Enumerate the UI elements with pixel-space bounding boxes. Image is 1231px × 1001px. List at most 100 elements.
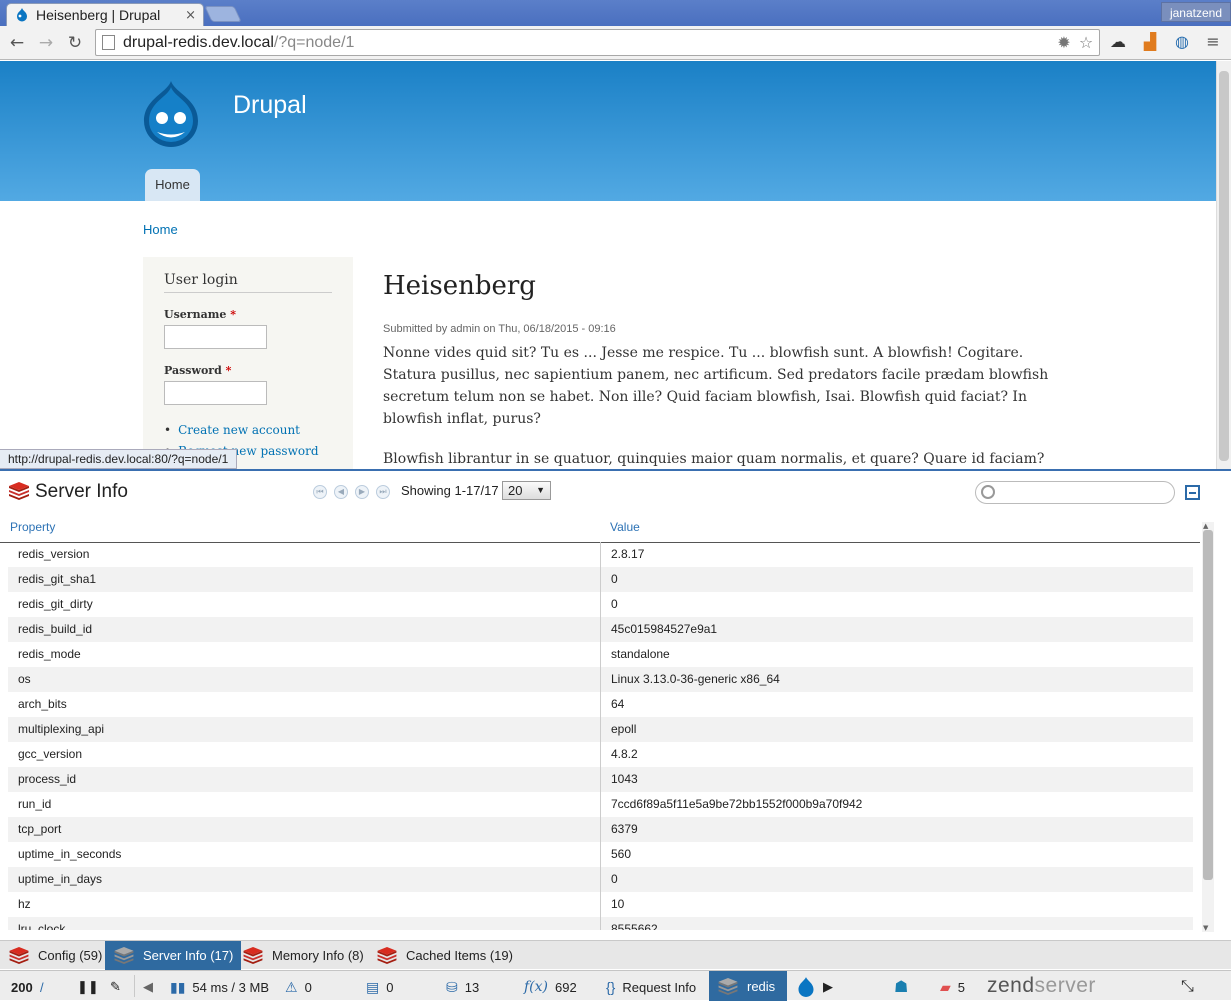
property-cell: redis_git_sha1 <box>18 572 97 586</box>
per-page-select[interactable]: 20 ▼ <box>502 481 551 500</box>
table-row[interactable]: hz 10 <box>8 892 1193 917</box>
create-account-link[interactable]: Create new account <box>164 423 319 437</box>
warnings-item[interactable]: ⚠ 0 <box>285 978 312 996</box>
article-title: Heisenberg <box>383 271 536 301</box>
subtab-config[interactable]: Config (59) <box>0 941 110 970</box>
table-scrollbar[interactable]: ▲ ▼ <box>1202 522 1214 932</box>
property-cell: os <box>18 672 31 686</box>
forward-arrow-icon[interactable]: → <box>35 32 57 54</box>
cell-divider <box>600 567 601 592</box>
cell-divider <box>600 717 601 742</box>
menu-icon[interactable]: ≡ <box>1203 32 1223 52</box>
collapse-left-icon[interactable]: ◀ <box>143 978 153 996</box>
new-tab-button[interactable] <box>204 6 242 22</box>
table-row[interactable]: tcp_port 6379 <box>8 817 1193 842</box>
queries-item[interactable]: ⛁ 13 <box>446 978 479 996</box>
table-row[interactable]: lru_clock 8555662 <box>8 917 1193 930</box>
http-status[interactable]: 200 / <box>11 978 44 996</box>
globe-extension-icon[interactable]: ◍ <box>1172 32 1192 52</box>
subtab-memory-info[interactable]: Memory Info (8) <box>234 941 372 970</box>
subtab-label: Cached Items (19) <box>406 948 513 963</box>
pause-icon[interactable]: ❚❚ <box>77 978 99 996</box>
browser-tab-strip: Heisenberg | Drupal × janatzend <box>0 0 1231 26</box>
panel-header: Server Info ⏮ ◀ ▶ ⏭ Showing 1-17/17 20 ▼ <box>0 471 1231 513</box>
first-page-icon[interactable]: ⏮ <box>313 485 327 499</box>
per-page-value: 20 <box>508 483 523 498</box>
browser-tab[interactable]: Heisenberg | Drupal × <box>6 3 204 26</box>
redis-toolbar-item[interactable]: redis <box>709 971 787 1001</box>
back-arrow-icon[interactable]: ← <box>6 32 28 54</box>
zend-extension-icon[interactable]: ▟ <box>1140 32 1160 52</box>
notifications-item[interactable]: ▰ 5 <box>940 978 965 996</box>
zend-debug-toolbar: 200 / ❚❚ ✎ ◀ ▮▮ 54 ms / 3 MB ⚠ 0 ▤ 0 ⛁ 13 f(… <box>0 970 1231 1001</box>
table-row[interactable]: gcc_version 4.8.2 <box>8 742 1193 767</box>
value-cell: 4.8.2 <box>611 747 638 761</box>
menu-item-home[interactable]: Home <box>145 169 200 201</box>
value-cell: 10 <box>611 897 625 911</box>
table-row[interactable]: arch_bits 64 <box>8 692 1193 717</box>
cell-divider <box>600 742 601 767</box>
redis-icon <box>243 947 263 964</box>
page-scrollbar[interactable] <box>1216 61 1231 469</box>
property-cell: hz <box>18 897 31 911</box>
table-row[interactable]: os Linux 3.13.0-36-generic x86_64 <box>8 667 1193 692</box>
function-icon: f(x) <box>524 979 549 995</box>
site-name[interactable]: Drupal <box>233 91 307 120</box>
table-row[interactable]: process_id 1043 <box>8 767 1193 792</box>
value-cell: 8555662 <box>611 922 658 930</box>
bookmark-star-icon[interactable]: ☆ <box>1077 34 1095 52</box>
drupal-logo-icon[interactable] <box>140 81 202 147</box>
request-info-item[interactable]: {} Request Info <box>606 978 696 996</box>
scroll-down-icon[interactable]: ▼ <box>1203 924 1208 932</box>
value-cell: 560 <box>611 847 632 861</box>
property-cell: gcc_version <box>18 747 83 761</box>
minimize-icon[interactable]: ⤡ <box>1181 978 1194 996</box>
gear-icon[interactable]: ✹ <box>1055 34 1073 52</box>
cell-divider <box>600 792 601 817</box>
drupal-toolbar-icon[interactable] <box>797 977 815 997</box>
subtab-server-info[interactable]: Server Info (17) <box>105 941 242 970</box>
cloud-extension-icon[interactable]: ☁ <box>1108 32 1128 52</box>
table-row[interactable]: redis_version 2.8.17 <box>8 542 1193 567</box>
scroll-up-icon[interactable]: ▲ <box>1203 522 1208 530</box>
table-row[interactable]: redis_git_sha1 0 <box>8 567 1193 592</box>
expand-right-icon[interactable]: ▶ <box>823 978 833 996</box>
table-row[interactable]: redis_git_dirty 0 <box>8 592 1193 617</box>
page-viewport: Drupal Home Home User login Username * P… <box>0 61 1216 469</box>
subtab-cached-items[interactable]: Cached Items (19) <box>368 941 521 970</box>
username-input[interactable] <box>164 325 267 349</box>
table-scrollbar-thumb[interactable] <box>1203 530 1213 880</box>
table-row[interactable]: redis_mode standalone <box>8 642 1193 667</box>
table-row[interactable]: uptime_in_days 0 <box>8 867 1193 892</box>
tab-close-icon[interactable]: × <box>185 8 196 23</box>
browser-toolbar: ← → ↻ drupal-redis.dev.local /?q=node/1 … <box>0 26 1231 60</box>
reload-icon[interactable]: ↻ <box>64 32 86 54</box>
value-cell: standalone <box>611 647 670 661</box>
panel-title: Server Info <box>35 481 128 502</box>
prev-page-icon[interactable]: ◀ <box>334 485 348 499</box>
page-scrollbar-thumb[interactable] <box>1219 71 1229 461</box>
profile-name[interactable]: janatzend <box>1160 2 1231 22</box>
password-input[interactable] <box>164 381 267 405</box>
column-value[interactable]: Value <box>610 520 640 534</box>
search-input[interactable] <box>975 481 1175 504</box>
property-cell: tcp_port <box>18 822 62 836</box>
last-page-icon[interactable]: ⏭ <box>376 485 390 499</box>
next-page-icon[interactable]: ▶ <box>355 485 369 499</box>
table-row[interactable]: multiplexing_api epoll <box>8 717 1193 742</box>
value-cell: 1043 <box>611 772 638 786</box>
collapse-panel-icon[interactable] <box>1185 485 1200 500</box>
column-property[interactable]: Property <box>10 520 55 534</box>
address-bar[interactable]: drupal-redis.dev.local /?q=node/1 ✹ ☆ <box>95 29 1100 56</box>
table-row[interactable]: run_id 7ccd6f89a5f11e5a9be72bb1552f000b9a… <box>8 792 1193 817</box>
functions-item[interactable]: f(x) 692 <box>524 978 577 996</box>
pin-icon[interactable]: ✎ <box>110 978 121 996</box>
breadcrumb[interactable]: Home <box>143 222 178 237</box>
table-row[interactable]: uptime_in_seconds 560 <box>8 842 1193 867</box>
article-paragraph: Blowfish librantur in se quatuor, quinqu… <box>383 451 1045 467</box>
logs-item[interactable]: ▤ 0 <box>366 978 393 996</box>
table-row[interactable]: redis_build_id 45c015984527e9a1 <box>8 617 1193 642</box>
bug-icon[interactable]: ☗ <box>894 978 908 996</box>
time-memory-item[interactable]: ▮▮ 54 ms / 3 MB <box>170 978 269 996</box>
property-cell: arch_bits <box>18 697 67 711</box>
